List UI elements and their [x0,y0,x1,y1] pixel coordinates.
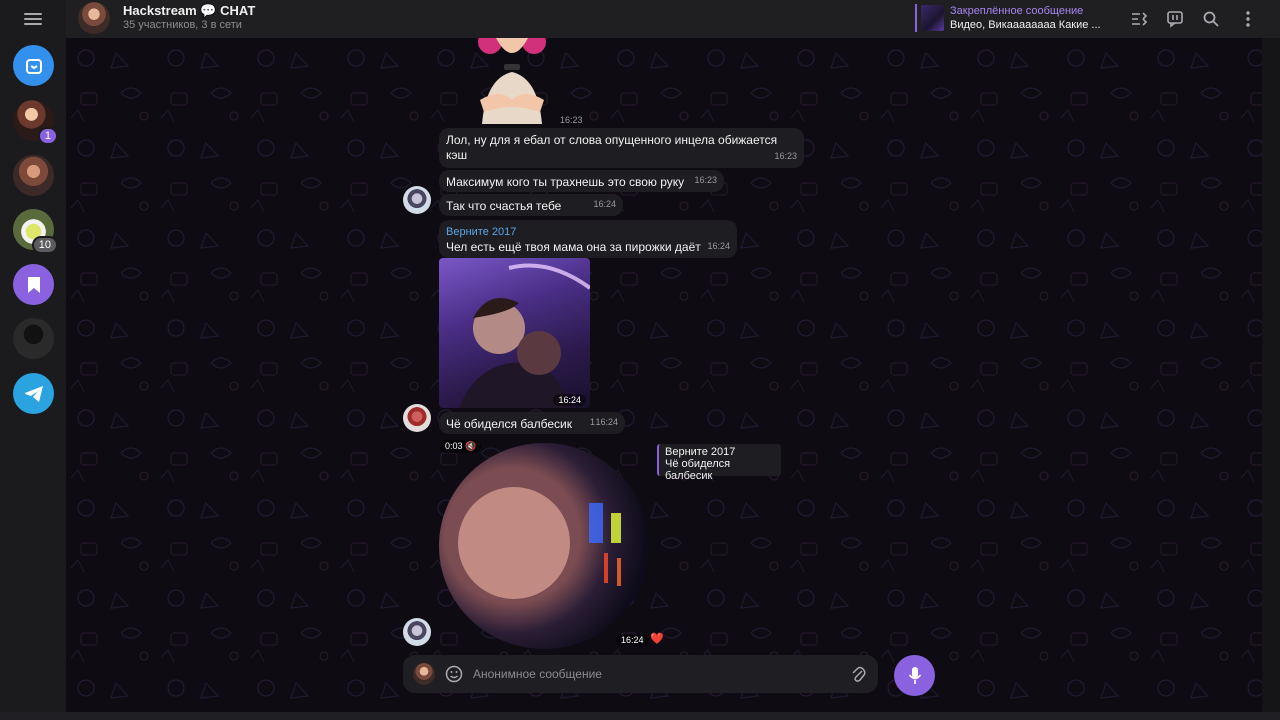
chat-avatar-2[interactable] [13,155,54,196]
chat-avatar-3[interactable]: 10 [13,209,58,254]
emoji-icon[interactable] [443,663,465,685]
message-text: Чё обиделся балбесик [446,417,573,431]
folder-icon [25,58,42,74]
folders-sidebar: 1 10 [0,0,66,712]
reply-sender: Верните 2017 [665,446,736,458]
microphone-icon [908,666,921,684]
saved-messages[interactable] [13,264,54,305]
message-bubble[interactable]: Чё обиделся балбесик 1 16:24 [439,412,625,434]
message-composer [403,655,878,693]
pinned-text: Видео, Викаааааааа Какие ... [950,19,1101,31]
send-as-avatar[interactable] [413,663,435,685]
attach-icon[interactable] [848,664,868,684]
discussion-icon[interactable] [1163,7,1187,31]
chat-avatar-4[interactable] [13,318,54,359]
video-time: 16:24 [616,634,649,646]
photo-message[interactable]: 16:24 [439,258,590,408]
manage-icon[interactable] [1127,7,1151,31]
unread-badge: 1 [37,127,58,145]
chat-avatar[interactable] [78,2,110,34]
pinned-thumbnail [921,5,944,31]
sender-avatar[interactable] [403,618,431,646]
message-time: 16:24 [707,241,730,251]
telegram-window: 1 10 Hackstream 💬 CHAT 35 участников, 3 … [0,0,1280,720]
message-text: Чел есть ещё твоя мама она за пирожки да… [446,240,701,254]
sender-name[interactable]: Верните 2017 [446,225,730,240]
pinned-message[interactable]: Закреплённое сообщение Видео, Викааааааа… [915,4,1105,32]
photo-time: 16:24 [553,394,586,406]
views-count: 1 [589,417,595,427]
bookmark-icon [27,276,40,293]
scrollbar[interactable] [1262,38,1280,712]
message-text: Максимум кого ты трахнешь это свою руку [446,175,685,189]
chat-member-count: 35 участников, 3 в сети [123,19,242,31]
folder-all-chats[interactable] [13,45,54,86]
os-taskbar [0,712,1280,720]
message-text: Так что счастья тебе [446,199,562,213]
message-list[interactable]: 16:23 Лол, ну для я ебал от слова опущен… [66,38,1262,712]
search-icon[interactable] [1199,7,1223,31]
chat-title[interactable]: Hackstream 💬 CHAT [123,3,255,19]
unread-badge: 10 [31,236,58,254]
menu-icon[interactable] [22,10,44,28]
sticker[interactable] [460,38,556,124]
reply-text: Чё обиделся балбесик [665,458,731,482]
photo-content [459,263,590,408]
chat-header: Hackstream 💬 CHAT 35 участников, 3 в сет… [66,0,1280,38]
message-time: 16:24 [593,199,616,209]
sender-avatar[interactable] [403,186,431,214]
video-duration: 0:03 🔇 [440,440,482,453]
message-input[interactable] [473,664,848,684]
message-bubble[interactable]: Максимум кого ты трахнешь это свою руку … [439,170,724,192]
message-bubble[interactable]: Так что счастья тебе 16:24 [439,194,623,216]
telegram-channel[interactable] [13,373,54,414]
message-text: Лол, ну для я ебал от слова опущенного и… [446,133,778,162]
reaction-heart[interactable]: ❤️ [650,632,664,645]
message-bubble[interactable]: Верните 2017 Чел есть ещё твоя мама она … [439,220,737,258]
pinned-label: Закреплённое сообщение [950,5,1084,17]
voice-record-button[interactable] [894,655,935,696]
telegram-icon [24,385,43,402]
message-time: 16:24 [595,417,618,427]
message-bubble[interactable]: Лол, ну для я ебал от слова опущенного и… [439,128,804,168]
sticker-time: 16:23 [560,115,583,125]
more-options-icon[interactable] [1236,7,1260,31]
message-time: 16:23 [774,151,797,161]
sender-avatar[interactable] [403,404,431,432]
message-time: 16:23 [694,175,717,185]
chat-avatar-1[interactable]: 1 [13,100,58,145]
video-frame [458,487,621,599]
reply-quote[interactable]: Верните 2017 Чё обиделся балбесик [657,444,781,482]
video-message[interactable] [439,443,649,649]
